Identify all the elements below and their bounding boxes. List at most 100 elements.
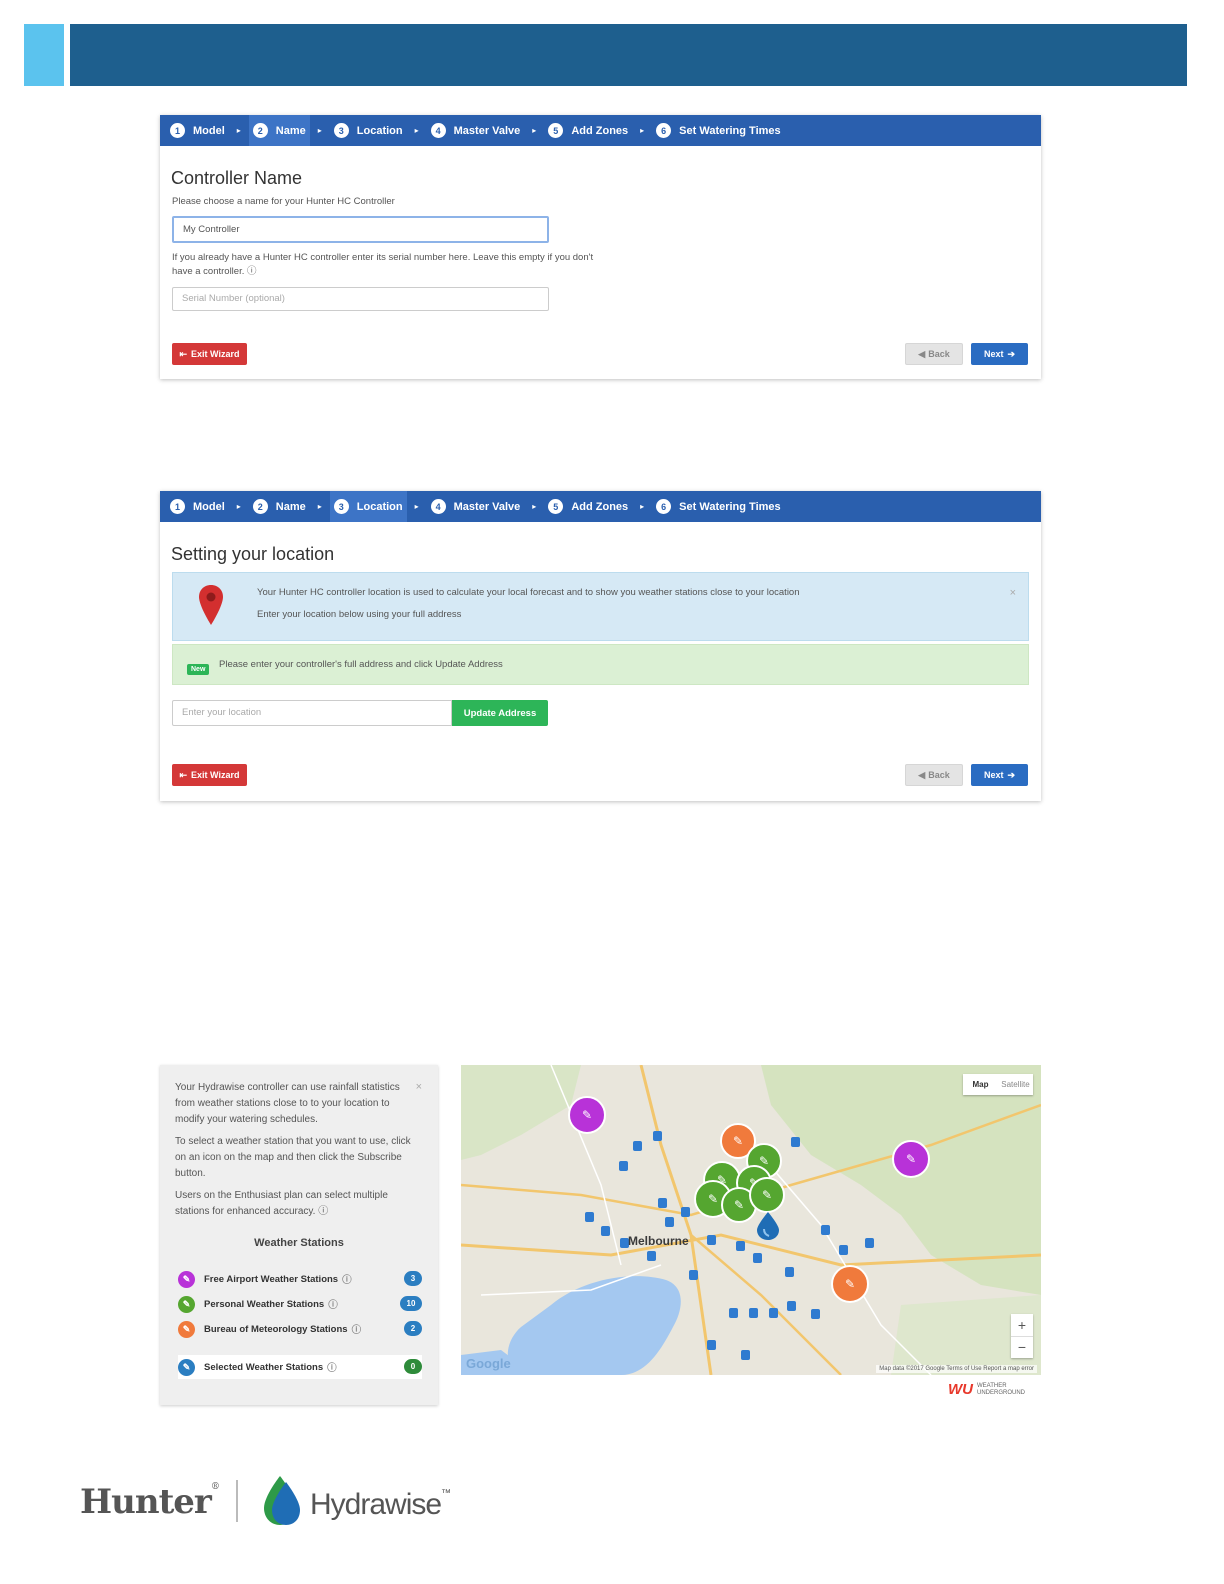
- weather-station-marker[interactable]: [665, 1217, 674, 1227]
- legend-free-airport[interactable]: ✎ Free Airport Weather Stations ⓘ 3: [178, 1268, 422, 1290]
- weather-plan-text: Users on the Enthusiast plan can select …: [175, 1190, 388, 1217]
- map-type-map[interactable]: Map: [963, 1074, 998, 1095]
- weather-station-marker[interactable]: [689, 1270, 698, 1280]
- info-icon[interactable]: ⓘ: [247, 266, 257, 277]
- weather-station-marker[interactable]: [601, 1226, 610, 1236]
- location-input[interactable]: Enter your location: [172, 700, 452, 726]
- weather-select-text: To select a weather station that you wan…: [175, 1136, 411, 1179]
- thermometer-icon: ✎: [178, 1270, 195, 1288]
- weather-station-marker[interactable]: [839, 1245, 848, 1255]
- weather-station-marker[interactable]: [647, 1251, 656, 1261]
- weather-station-marker[interactable]: [736, 1241, 745, 1251]
- info-icon[interactable]: ⓘ: [318, 1206, 328, 1217]
- airport-station-cluster[interactable]: ✎: [568, 1096, 606, 1134]
- update-address-button[interactable]: Update Address: [452, 700, 548, 726]
- controller-name-input[interactable]: My Controller: [172, 216, 549, 243]
- weather-station-marker[interactable]: [769, 1308, 778, 1318]
- location-panel: 1 Model ▸ 2 Name ▸ 3 Location ▸ 4 Master Val…: [160, 491, 1041, 801]
- legend-personal[interactable]: ✎ Personal Weather Stations ⓘ 10: [178, 1293, 422, 1315]
- map-city-label: Melbourne: [628, 1234, 689, 1248]
- info-line-1: Your Hunter HC controller location is us…: [257, 587, 800, 598]
- hunter-logo: Hunter®: [80, 1482, 220, 1522]
- chevron-right-icon: ▸: [532, 126, 537, 135]
- weather-station-marker[interactable]: [753, 1253, 762, 1263]
- location-info-alert: Your Hunter HC controller location is us…: [172, 572, 1029, 641]
- google-logo: Google: [466, 1356, 511, 1371]
- chevron-right-icon: ▸: [317, 126, 322, 135]
- step-master-valve[interactable]: 4 Master Valve: [427, 115, 525, 146]
- info-icon[interactable]: ⓘ: [352, 1322, 362, 1336]
- weather-station-marker[interactable]: [619, 1161, 628, 1171]
- new-badge: New: [187, 664, 210, 675]
- controller-name-panel: 1 Model ▸ 2 Name ▸ 3 Location ▸ 4 Master Val…: [160, 115, 1041, 379]
- weather-station-marker[interactable]: [707, 1340, 716, 1350]
- back-button[interactable]: ◀ Back: [905, 764, 963, 786]
- step-model[interactable]: 1 Model: [166, 491, 229, 522]
- exit-icon: ⇤: [179, 769, 188, 780]
- weather-station-marker[interactable]: [729, 1308, 738, 1318]
- thermometer-icon: ✎: [178, 1358, 195, 1376]
- serial-number-input[interactable]: Serial Number (optional): [172, 287, 549, 311]
- info-icon[interactable]: ⓘ: [328, 1297, 338, 1311]
- step-set-watering-times[interactable]: 6 Set Watering Times: [652, 115, 784, 146]
- weather-station-marker[interactable]: [741, 1350, 750, 1360]
- weather-underground-logo: WU WEATHER UNDERGROUND: [948, 1381, 1033, 1398]
- close-icon[interactable]: ×: [416, 1081, 422, 1093]
- legend-bureau[interactable]: ✎ Bureau of Meteorology Stations ⓘ 2: [178, 1318, 422, 1340]
- step-master-valve[interactable]: 4 Master Valve: [427, 491, 525, 522]
- serial-help-text: If you already have a Hunter HC controll…: [172, 252, 594, 277]
- exit-wizard-button[interactable]: ⇤ Exit Wizard: [172, 764, 247, 786]
- step-location[interactable]: 3 Location: [329, 491, 407, 522]
- trademark: ™: [441, 1488, 451, 1499]
- back-button[interactable]: ◀ Back: [905, 343, 963, 365]
- info-icon[interactable]: ⓘ: [327, 1360, 337, 1374]
- weather-station-marker[interactable]: [707, 1235, 716, 1245]
- weather-station-marker[interactable]: [653, 1131, 662, 1141]
- weather-station-marker[interactable]: [633, 1141, 642, 1151]
- weather-station-marker[interactable]: [821, 1225, 830, 1235]
- weather-station-marker[interactable]: [681, 1207, 690, 1217]
- map-attribution: Map data ©2017 Google Terms of Use Repor…: [876, 1365, 1037, 1373]
- weather-stations-heading: Weather Stations: [254, 1237, 344, 1249]
- hydrawise-drop-icon: [264, 1476, 300, 1525]
- step-name[interactable]: 2 Name: [249, 491, 310, 522]
- weather-map[interactable]: ✎ ✎ ✎ ✎ ✎ ✎ ✎ ✎ ✎ ✎ Melbourne Map Satell…: [461, 1065, 1041, 1375]
- back-circle-icon: ◀: [918, 348, 926, 359]
- step-add-zones[interactable]: 5 Add Zones: [544, 491, 632, 522]
- personal-station-cluster[interactable]: ✎: [749, 1177, 785, 1213]
- back-circle-icon: ◀: [918, 769, 926, 780]
- weather-station-marker[interactable]: [749, 1308, 758, 1318]
- map-type-satellite[interactable]: Satellite: [998, 1074, 1033, 1095]
- legend-selected[interactable]: ✎ Selected Weather Stations ⓘ 0: [178, 1356, 422, 1378]
- info-icon[interactable]: ⓘ: [342, 1272, 352, 1286]
- count-badge: 10: [400, 1296, 422, 1311]
- step-set-watering-times[interactable]: 6 Set Watering Times: [652, 491, 784, 522]
- weather-station-marker[interactable]: [791, 1137, 800, 1147]
- airport-station-cluster[interactable]: ✎: [892, 1140, 930, 1178]
- water-drop-icon[interactable]: [757, 1212, 779, 1240]
- weather-station-marker[interactable]: [585, 1212, 594, 1222]
- weather-station-marker[interactable]: [658, 1198, 667, 1208]
- step-location[interactable]: 3 Location: [330, 115, 407, 146]
- weather-station-marker[interactable]: [785, 1267, 794, 1277]
- zoom-out-button[interactable]: −: [1011, 1335, 1033, 1359]
- weather-station-marker[interactable]: [811, 1309, 820, 1319]
- close-icon[interactable]: ×: [1010, 587, 1016, 599]
- wizard-steps: 1 Model ▸ 2 Name ▸ 3 Location ▸ 4 Master Val…: [160, 115, 1041, 146]
- weather-station-marker[interactable]: [787, 1301, 796, 1311]
- map-background: [461, 1065, 1041, 1375]
- chevron-right-icon: ▸: [532, 502, 537, 511]
- zoom-in-button[interactable]: +: [1011, 1314, 1033, 1336]
- bom-station-cluster[interactable]: ✎: [831, 1265, 869, 1303]
- exit-wizard-button[interactable]: ⇤ Exit Wizard: [172, 343, 247, 365]
- chevron-right-icon: ▸: [236, 502, 241, 511]
- step-name[interactable]: 2 Name: [248, 115, 310, 146]
- next-button[interactable]: Next ➔: [971, 343, 1028, 365]
- weather-station-marker[interactable]: [865, 1238, 874, 1248]
- page-title: Setting your location: [171, 544, 335, 564]
- chevron-right-icon: ▸: [640, 502, 645, 511]
- next-button[interactable]: Next ➔: [971, 764, 1028, 786]
- step-model[interactable]: 1 Model: [166, 115, 229, 146]
- count-badge: 0: [404, 1359, 422, 1374]
- step-add-zones[interactable]: 5 Add Zones: [544, 115, 632, 146]
